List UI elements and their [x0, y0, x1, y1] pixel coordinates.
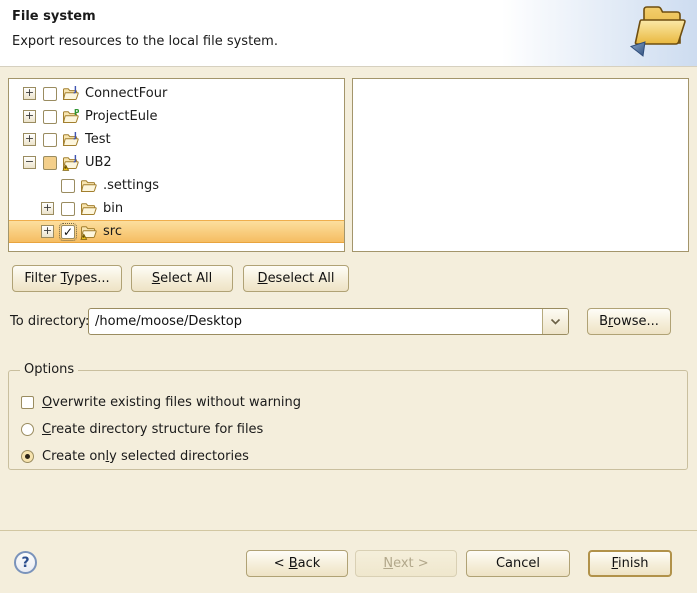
expand-plus-icon[interactable]: +: [23, 87, 36, 100]
tree-row-projecteule[interactable]: + P ProjectEule: [9, 105, 344, 128]
label-text: owse...: [613, 314, 659, 329]
combo-dropdown-button[interactable]: [542, 309, 568, 334]
expand-plus-icon[interactable]: +: [23, 133, 36, 146]
question-mark-icon: ?: [21, 555, 29, 571]
label-mnemonic: B: [289, 556, 298, 571]
options-group: Overwrite existing files without warning…: [8, 370, 688, 470]
tree-item-label: bin: [103, 201, 123, 216]
wizard-header: File system Export resources to the loca…: [0, 0, 697, 67]
only-selected-radio[interactable]: [21, 450, 34, 463]
tree-checkbox[interactable]: [43, 156, 57, 170]
label-text: Filter: [24, 271, 60, 286]
label-text: ext >: [393, 556, 429, 571]
tree-item-label: Test: [85, 132, 111, 147]
label-text: eselect All: [268, 271, 335, 286]
expand-plus-icon[interactable]: +: [41, 202, 54, 215]
separator: [0, 530, 697, 531]
tree-row-bin[interactable]: + bin: [9, 197, 344, 220]
tree-row-ub2[interactable]: − J UB2: [9, 151, 344, 174]
button-label: Browse...: [599, 314, 659, 329]
export-folder-icon: [627, 1, 691, 61]
java-project-icon: J: [62, 86, 79, 102]
to-directory-combo[interactable]: [88, 308, 569, 335]
option-label: Create directory structure for files: [42, 422, 263, 437]
back-button[interactable]: < Back: [246, 550, 348, 577]
svg-text:P: P: [74, 109, 79, 117]
tree-checkbox[interactable]: ✓: [61, 225, 75, 239]
tree-row-test[interactable]: + J Test: [9, 128, 344, 151]
button-label: Deselect All: [258, 271, 335, 286]
overwrite-option[interactable]: Overwrite existing files without warning: [21, 393, 301, 411]
filter-types-button[interactable]: Filter Types...: [12, 265, 122, 292]
file-list-pane[interactable]: [352, 78, 689, 252]
label-mnemonic: D: [258, 271, 268, 286]
directory-structure-option[interactable]: Create directory structure for files: [21, 420, 263, 438]
tree-checkbox[interactable]: [61, 202, 75, 216]
folder-icon: [80, 201, 97, 217]
expand-plus-icon[interactable]: +: [23, 110, 36, 123]
label-text: verwrite existing files without warning: [52, 395, 301, 410]
browse-button[interactable]: Browse...: [587, 308, 671, 335]
chevron-down-icon: [550, 314, 561, 329]
page-title: File system: [12, 9, 96, 24]
tree-row-settings[interactable]: .settings: [9, 174, 344, 197]
label-mnemonic: C: [42, 422, 51, 437]
tree-row-src[interactable]: + ✓ src: [9, 220, 344, 243]
label-mnemonic: S: [152, 271, 160, 286]
svg-text:J: J: [73, 132, 77, 140]
label-mnemonic: O: [42, 395, 52, 410]
option-label: Create only selected directories: [42, 449, 249, 464]
button-label: Filter Types...: [24, 271, 109, 286]
java-project-icon: J: [62, 132, 79, 148]
expand-plus-icon[interactable]: +: [41, 225, 54, 238]
select-all-button[interactable]: Select All: [131, 265, 233, 292]
button-label: Cancel: [496, 556, 540, 571]
label-text: y selected directories: [109, 449, 249, 464]
tree-checkbox[interactable]: [43, 87, 57, 101]
tree-item-label: ConnectFour: [85, 86, 167, 101]
tree-checkbox[interactable]: [43, 133, 57, 147]
label-text: inish: [618, 556, 648, 571]
tree-checkbox[interactable]: [43, 110, 57, 124]
label-text: B: [599, 314, 608, 329]
label-text: ack: [298, 556, 321, 571]
to-directory-input[interactable]: [89, 309, 542, 334]
svg-text:J: J: [73, 86, 77, 94]
label-text: <: [274, 556, 289, 571]
button-label: Next >: [383, 556, 428, 571]
button-label: Select All: [152, 271, 212, 286]
label-text: elect All: [160, 271, 212, 286]
cancel-button[interactable]: Cancel: [466, 550, 570, 577]
page-description: Export resources to the local file syste…: [12, 34, 278, 49]
button-label: Finish: [611, 556, 648, 571]
plugin-project-icon: P: [62, 109, 79, 125]
label-mnemonic: N: [383, 556, 393, 571]
options-group-title: Options: [20, 362, 78, 377]
tree-item-label: ProjectEule: [85, 109, 158, 124]
deselect-all-button[interactable]: Deselect All: [243, 265, 349, 292]
label-text: Create on: [42, 449, 106, 464]
only-selected-option[interactable]: Create only selected directories: [21, 447, 249, 465]
tree-row-connectfour[interactable]: + J ConnectFour: [9, 82, 344, 105]
label-text: ypes...: [67, 271, 110, 286]
java-project-warning-icon: J: [62, 155, 79, 171]
resource-tree[interactable]: + J ConnectFour + P ProjectEule + J Test − J UB2 .se…: [8, 78, 345, 252]
tree-item-label: src: [103, 224, 122, 239]
tree-checkbox[interactable]: [61, 179, 75, 193]
collapse-minus-icon[interactable]: −: [23, 156, 36, 169]
help-button[interactable]: ?: [14, 551, 37, 574]
button-label: < Back: [274, 556, 321, 571]
svg-text:J: J: [73, 155, 77, 163]
tree-item-label: .settings: [103, 178, 159, 193]
label-text: reate directory structure for files: [51, 422, 263, 437]
folder-icon: [80, 178, 97, 194]
folder-warning-icon: [80, 224, 97, 240]
to-directory-label: To directory:: [10, 314, 89, 329]
option-label: Overwrite existing files without warning: [42, 395, 301, 410]
tree-item-label: UB2: [85, 155, 112, 170]
directory-structure-radio[interactable]: [21, 423, 34, 436]
finish-button[interactable]: Finish: [588, 550, 672, 577]
next-button: Next >: [355, 550, 457, 577]
overwrite-checkbox[interactable]: [21, 396, 34, 409]
